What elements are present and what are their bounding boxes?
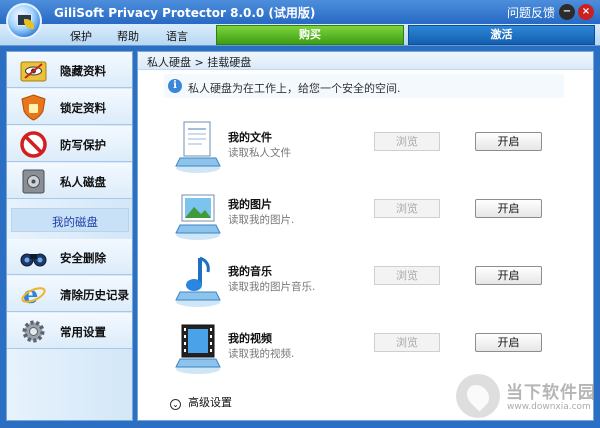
- advanced-settings-link[interactable]: ⌄ 高级设置: [170, 394, 232, 410]
- minimize-button[interactable]: −: [559, 4, 575, 20]
- buy-button[interactable]: 购买: [216, 25, 404, 45]
- sidebar-item-label: 锁定资料: [60, 101, 106, 115]
- internet-explorer-icon: e: [21, 281, 46, 308]
- menu-protect[interactable]: 保护: [70, 28, 92, 44]
- sidebar: 隐藏资料 锁定资料 防写保护 私人磁盘 我的磁盘 安全删除 e 清除历史记录 常…: [6, 51, 133, 421]
- document-icon: [175, 121, 221, 173]
- browse-button[interactable]: 浏览: [374, 132, 440, 151]
- sidebar-item-private-disk[interactable]: 私人磁盘: [7, 163, 132, 199]
- sidebar-item-clear-history[interactable]: e 清除历史记录: [7, 276, 132, 312]
- info-icon: i: [168, 79, 182, 93]
- watermark-logo-icon: [456, 374, 500, 418]
- row-description: 读取我的图片音乐.: [228, 281, 316, 293]
- browse-button[interactable]: 浏览: [374, 333, 440, 352]
- breadcrumb-text: 私人硬盘 > 挂载硬盘: [147, 56, 252, 69]
- chevron-down-icon: ⌄: [170, 399, 181, 410]
- row-title: 我的音乐: [228, 265, 272, 278]
- info-text: 私人硬盘为在工作上，给您一个安全的空间.: [188, 82, 401, 95]
- row-title: 我的视频: [228, 332, 272, 345]
- close-button[interactable]: ×: [578, 4, 594, 20]
- info-banner: i 私人硬盘为在工作上，给您一个安全的空间.: [164, 74, 564, 98]
- breadcrumb: 私人硬盘 > 挂载硬盘: [138, 52, 593, 70]
- row-description: 读取我的图片.: [228, 214, 295, 226]
- sidebar-item-label: 清除历史记录: [60, 288, 129, 302]
- disk-row-music: 我的音乐 读取我的图片音乐. 浏览 开启: [138, 254, 593, 316]
- gear-icon: [22, 320, 45, 343]
- row-title: 我的文件: [228, 131, 272, 144]
- open-button[interactable]: 开启: [475, 333, 542, 352]
- sidebar-item-lock-data[interactable]: 锁定资料: [7, 89, 132, 125]
- advanced-settings-label: 高级设置: [188, 396, 232, 409]
- sidebar-subitem-my-disk[interactable]: 我的磁盘: [11, 208, 129, 232]
- sidebar-item-label: 私人磁盘: [60, 175, 106, 189]
- sidebar-item-settings[interactable]: 常用设置: [7, 313, 132, 349]
- browse-button[interactable]: 浏览: [374, 266, 440, 285]
- feedback-link[interactable]: 问题反馈: [507, 4, 555, 21]
- browse-button[interactable]: 浏览: [374, 199, 440, 218]
- window-title: GiliSoft Privacy Protector 8.0.0 (试用版): [54, 6, 316, 20]
- sidebar-item-label: 安全删除: [60, 251, 106, 265]
- open-button[interactable]: 开启: [475, 266, 542, 285]
- binoculars-icon: [20, 253, 47, 267]
- row-title: 我的图片: [228, 198, 272, 211]
- sidebar-item-label: 常用设置: [60, 325, 106, 339]
- picture-icon: [175, 194, 221, 240]
- main-panel: 私人硬盘 > 挂载硬盘 i 私人硬盘为在工作上，给您一个安全的空间. 我的文件 …: [137, 51, 594, 421]
- row-description: 读取我的视频.: [228, 348, 295, 360]
- sidebar-item-write-protect[interactable]: 防写保护: [7, 126, 132, 162]
- watermark-url: www.downxia.com: [507, 402, 591, 412]
- watermark-name: 当下软件园: [506, 383, 596, 403]
- sidebar-item-secure-delete[interactable]: 安全删除: [7, 239, 132, 275]
- disk-row-files: 我的文件 读取私人文件 浏览 开启: [138, 120, 593, 182]
- disk-row-pictures: 我的图片 读取我的图片. 浏览 开启: [138, 187, 593, 249]
- shield-lock-icon: [21, 94, 46, 121]
- app-logo-icon: [6, 3, 42, 39]
- open-button[interactable]: 开启: [475, 199, 542, 218]
- menu-language[interactable]: 语言: [166, 28, 188, 44]
- sidebar-item-hide-data[interactable]: 隐藏资料: [7, 52, 132, 88]
- menu-help[interactable]: 帮助: [117, 28, 139, 44]
- sidebar-item-label: 隐藏资料: [60, 64, 106, 78]
- activate-button[interactable]: 激活: [408, 25, 595, 45]
- watermark: 当下软件园 www.downxia.com: [456, 374, 596, 424]
- safe-disk-icon: [22, 169, 45, 194]
- sidebar-subitem-label: 我的磁盘: [52, 215, 98, 229]
- folder-hide-icon: [20, 61, 47, 82]
- film-icon: [175, 324, 221, 374]
- sidebar-item-label: 防写保护: [60, 138, 106, 152]
- music-note-icon: [175, 256, 221, 307]
- open-button[interactable]: 开启: [475, 132, 542, 151]
- row-description: 读取私人文件: [228, 147, 291, 159]
- no-entry-icon: [20, 131, 47, 158]
